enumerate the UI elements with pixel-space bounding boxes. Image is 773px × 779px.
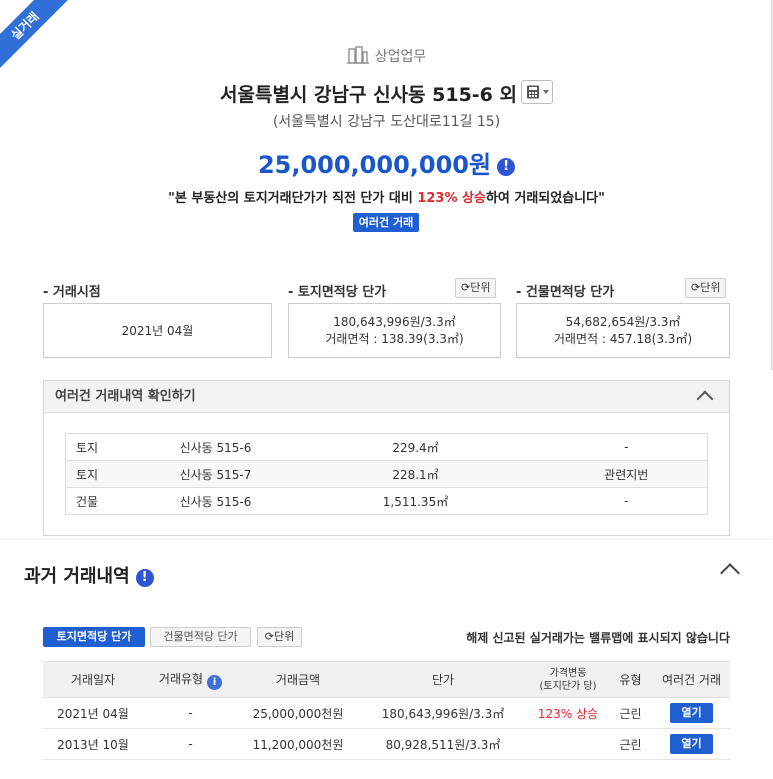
info-icon[interactable]: !	[135, 569, 154, 587]
table-row: 토지 신사동 515-6 229.4㎡ -	[65, 433, 708, 461]
building-icon	[346, 46, 369, 64]
bldg-unit-price-box: 54,682,654원/3.3㎡ 거래면적 : 457.18(3.3㎡)	[516, 303, 730, 358]
chevron-up-icon[interactable]	[720, 563, 740, 583]
chevron-down-icon	[543, 90, 549, 94]
past-deals-title: 과거 거래내역!	[24, 562, 154, 588]
table-row: 건물 신사동 515-6 1,511.35㎡ -	[65, 487, 708, 515]
bldg-deal-area: 거래면적 : 457.18(3.3㎡)	[553, 332, 693, 346]
refresh-icon: ⟳	[691, 281, 701, 294]
cell-amount: 25,000,000천원	[238, 697, 358, 729]
cell-kind: 근린	[608, 697, 653, 729]
bldg-unit-toggle-button[interactable]: ⟳단위	[685, 278, 727, 298]
col-unit-price: 단가	[358, 661, 528, 698]
bldg-unit-price-value: 54,682,654원/3.3㎡	[565, 315, 681, 329]
lot-address: 신사동 515-6	[145, 433, 286, 461]
address-text: 서울특별시 강남구 신사동 515-6 외	[220, 84, 517, 106]
deal-price: 25,000,000,000원!	[0, 145, 773, 180]
disclaimer-text: 해제 신고된 실거래가는 밸류맵에 표시되지 않습니다	[466, 631, 730, 645]
unit-label: 단위	[273, 630, 295, 643]
cell-deal-type: -	[143, 697, 238, 729]
deal-time-value: 2021년 04월	[121, 324, 194, 338]
open-button[interactable]: 열기	[670, 703, 713, 723]
info-icon[interactable]: !	[497, 158, 516, 176]
lot-area: 229.4㎡	[285, 433, 546, 461]
cell-date: 2021년 04월	[43, 697, 143, 729]
col-kind: 유형	[608, 661, 653, 698]
col-deal-type: 거래유형 i	[143, 661, 238, 698]
cell-unit-price: 180,643,996원/3.3㎡	[358, 697, 528, 729]
land-unit-price-box: 180,643,996원/3.3㎡ 거래면적 : 138.39(3.3㎡)	[288, 303, 501, 358]
property-address: 서울특별시 강남구 신사동 515-6 외	[0, 80, 773, 107]
lot-note: -	[545, 487, 708, 515]
lot-address: 신사동 515-6	[145, 487, 286, 515]
cell-price-change	[528, 728, 608, 760]
col-price-change: 가격변동 (토지단가 당)	[528, 661, 608, 698]
land-deal-area: 거래면적 : 138.39(3.3㎡)	[325, 332, 464, 346]
notice-suffix: 하여 거래되었습니다"	[485, 191, 605, 206]
refresh-icon: ⟳	[461, 281, 471, 294]
road-address: (서울특별시 강남구 도산대로11길 15)	[272, 114, 501, 130]
multi-deal-panel: 여러건 거래내역 확인하기 토지 신사동 515-6 229.4㎡ - 토지 신…	[43, 380, 730, 536]
notice-prefix: "본 부동산의 토지거래단가가 직전 단가 대비	[168, 191, 418, 206]
unit-toggle-button[interactable]: ⟳단위	[257, 627, 302, 647]
cell-date: 2013년 10월	[43, 728, 143, 760]
deal-time-label: - 거래시점	[43, 285, 101, 300]
past-deals-section: 과거 거래내역! 토지면적당 단가 건물면적당 단가 ⟳단위 해제 신고된 실거…	[0, 540, 773, 779]
multi-deal-panel-header[interactable]: 여러건 거래내역 확인하기	[44, 381, 729, 413]
unit-label: 단위	[470, 281, 491, 294]
price-change-notice: "본 부동산의 토지거래단가가 직전 단가 대비 123% 상승하여 거래되었습…	[0, 187, 773, 206]
lot-note: -	[545, 433, 708, 461]
notice-rise: 123% 상승	[417, 191, 486, 206]
land-unit-price-value: 180,643,996원/3.3㎡	[333, 315, 456, 329]
unit-label: 단위	[700, 281, 721, 294]
past-deals-table: 거래일자 거래유형 i 거래금액 단가 가격변동 (토지단가 당) 유형 여러건 …	[43, 661, 730, 760]
multi-deal-table: 토지 신사동 515-6 229.4㎡ - 토지 신사동 515-7 228.1…	[65, 433, 708, 515]
col-deal-type-label: 거래유형	[158, 671, 204, 686]
lot-area: 1,511.35㎡	[285, 487, 546, 515]
col-date: 거래일자	[43, 661, 143, 698]
col-price-change-2: (토지단가 당)	[539, 680, 597, 692]
chevron-up-icon[interactable]	[696, 390, 714, 408]
land-unit-toggle-button[interactable]: ⟳단위	[455, 278, 497, 298]
table-row: 2013년 10월 - 11,200,000천원 80,928,511원/3.3…	[43, 728, 730, 760]
category-label: 상업업무	[374, 49, 427, 65]
table-header-row: 거래일자 거래유형 i 거래금액 단가 가격변동 (토지단가 당) 유형 여러건 …	[43, 661, 730, 698]
lot-type: 토지	[65, 460, 146, 488]
calculator-dropdown-button[interactable]	[521, 80, 553, 104]
land-unit-price-label: - 토지면적당 단가	[288, 285, 387, 300]
multi-deal-badge[interactable]: 여러건 거래	[353, 213, 419, 232]
cell-amount: 11,200,000천원	[238, 728, 358, 760]
table-row: 토지 신사동 515-7 228.1㎡ 관련지번	[65, 460, 708, 488]
lot-note: 관련지번	[545, 460, 708, 488]
tab-land-unit-price[interactable]: 토지면적당 단가	[43, 627, 145, 647]
lot-address: 신사동 515-7	[145, 460, 286, 488]
tab-bldg-unit-price[interactable]: 건물면적당 단가	[150, 627, 251, 647]
property-category: 상업업무	[0, 46, 773, 66]
open-button[interactable]: 열기	[670, 734, 713, 754]
deal-time-box: 2021년 04월	[43, 303, 272, 358]
table-row: 2021년 04월 - 25,000,000천원 180,643,996원/3.…	[43, 697, 730, 729]
refresh-icon: ⟳	[264, 630, 274, 643]
cell-multi: 열기	[653, 697, 730, 729]
col-multi: 여러건 거래	[653, 661, 730, 698]
cell-price-change: 123% 상승	[528, 697, 608, 729]
bldg-unit-price-label: - 건물면적당 단가	[516, 285, 615, 300]
price-value: 25,000,000,000원	[257, 151, 492, 179]
calculator-icon	[527, 85, 539, 99]
lot-area: 228.1㎡	[285, 460, 546, 488]
col-amount: 거래금액	[238, 661, 358, 698]
lot-type: 토지	[65, 433, 146, 461]
col-price-change-1: 가격변동	[549, 667, 587, 679]
cell-unit-price: 80,928,511원/3.3㎡	[358, 728, 528, 760]
past-deals-title-text: 과거 거래내역	[24, 566, 130, 587]
multi-deal-panel-title: 여러건 거래내역 확인하기	[55, 389, 196, 404]
lot-type: 건물	[65, 487, 146, 515]
cell-deal-type: -	[143, 728, 238, 760]
cell-multi: 열기	[653, 728, 730, 760]
info-icon[interactable]: i	[207, 674, 223, 690]
cell-kind: 근린	[608, 728, 653, 760]
